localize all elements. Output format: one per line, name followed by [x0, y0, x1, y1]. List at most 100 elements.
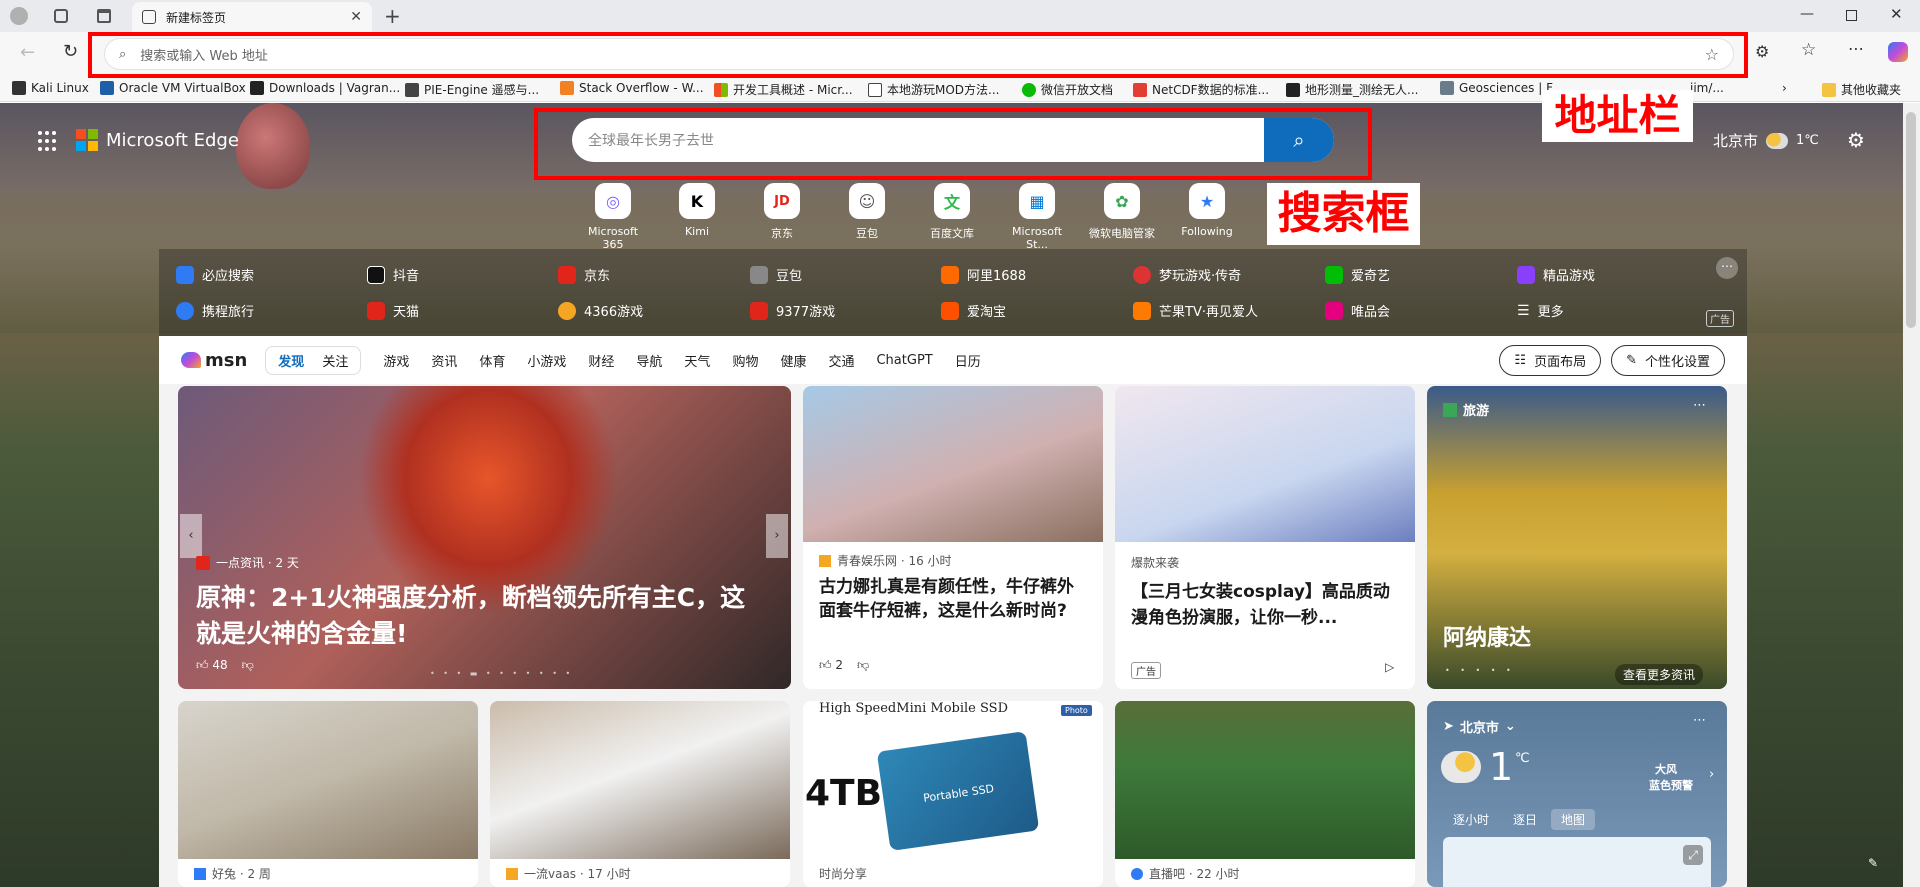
- ad-title[interactable]: 【三月七女装cosplay】高品质动漫角色扮演服，让你一秒...: [1115, 571, 1415, 639]
- workspaces-icon[interactable]: [54, 9, 68, 23]
- scrollbar-thumb[interactable]: [1906, 112, 1916, 328]
- app-tile-doubao[interactable]: ☺ 豆包: [832, 183, 902, 241]
- quicklink[interactable]: 芒果TV·再见爱人: [1133, 301, 1258, 320]
- nav-games[interactable]: 游戏: [383, 351, 409, 370]
- weather-widget[interactable]: 北京市 1℃: [1713, 130, 1819, 151]
- app-tile-microsoft-store[interactable]: ▦ Microsoft St...: [1002, 183, 1072, 251]
- bookmark-item[interactable]: 微信开放文档: [1022, 81, 1113, 98]
- nav-navigation[interactable]: 导航: [636, 351, 662, 370]
- travel-title[interactable]: 阿纳康达: [1443, 620, 1531, 652]
- news-card[interactable]: 直播吧 · 22 小时: [1115, 701, 1415, 887]
- wind-alert-label[interactable]: 大风: [1655, 761, 1677, 777]
- hero-title[interactable]: 原神：2+1火神强度分析，断档领先所有主C，这就是火神的含金量!: [196, 580, 756, 652]
- settings-gear-icon[interactable]: ⚙: [1847, 128, 1865, 152]
- bookmark-item[interactable]: jim/...: [1690, 81, 1724, 95]
- tab-new-tab[interactable]: 新建标签页 ✕: [132, 2, 372, 32]
- bookmark-item[interactable]: 地形测量_测绘无人...: [1286, 81, 1418, 98]
- quicklink[interactable]: 梦玩游戏·传奇: [1133, 265, 1241, 284]
- close-tab-icon[interactable]: ✕: [350, 9, 362, 25]
- tab-map[interactable]: 地图: [1551, 809, 1596, 830]
- weather-more-options-icon[interactable]: ⋯: [1693, 713, 1706, 728]
- back-icon[interactable]: ←: [20, 42, 35, 63]
- nav-traffic[interactable]: 交通: [828, 351, 854, 370]
- quicklink[interactable]: 爱奇艺: [1325, 265, 1390, 284]
- other-favorites[interactable]: 其他收藏夹: [1822, 81, 1901, 98]
- copilot-icon[interactable]: [1888, 42, 1908, 62]
- quicklink[interactable]: 携程旅行: [176, 301, 254, 320]
- nav-shopping[interactable]: 购物: [732, 351, 758, 370]
- new-tab-button[interactable]: +: [384, 4, 401, 28]
- travel-more-options-icon[interactable]: ⋯: [1693, 398, 1706, 413]
- bookmark-item[interactable]: Oracle VM VirtualBox: [100, 81, 246, 95]
- like-icon[interactable]: 👍︎ 2: [819, 658, 843, 673]
- next-arrow-icon[interactable]: ›: [766, 514, 788, 558]
- chevron-right-icon[interactable]: ›: [1709, 767, 1714, 782]
- travel-card[interactable]: 旅游 ⋯ 阿纳康达 • • • • • 查看更多资讯: [1427, 386, 1727, 689]
- quicklink-more[interactable]: ☰ 更多: [1517, 301, 1564, 321]
- quicklink[interactable]: 4366游戏: [558, 301, 643, 320]
- bookmark-item[interactable]: NetCDF数据的标准...: [1133, 81, 1269, 98]
- like-icon[interactable]: 👍︎ 48: [196, 658, 228, 673]
- quicklink[interactable]: 必应搜索: [176, 265, 254, 284]
- bookmark-item[interactable]: Downloads | Vagran...: [250, 81, 400, 95]
- feedback-icon[interactable]: ✎: [1868, 856, 1878, 870]
- nav-news[interactable]: 资讯: [431, 351, 457, 370]
- tab-hourly[interactable]: 逐小时: [1443, 809, 1499, 830]
- quicklink[interactable]: 爱淘宝: [941, 301, 1006, 320]
- dislike-icon[interactable]: 👎︎: [857, 658, 869, 673]
- expand-icon[interactable]: ⤢: [1683, 845, 1703, 865]
- weather-location[interactable]: ➤ 北京市 ⌄: [1443, 717, 1516, 736]
- view-more-news-button[interactable]: 查看更多资讯: [1615, 664, 1704, 685]
- restore-button[interactable]: [1846, 10, 1857, 21]
- close-window-button[interactable]: ✕: [1890, 5, 1903, 23]
- more-menu-icon[interactable]: ⋯: [1848, 39, 1864, 58]
- play-icon[interactable]: ▷: [1385, 660, 1394, 674]
- tab-discover[interactable]: 发现: [278, 351, 304, 370]
- prev-arrow-icon[interactable]: ‹: [180, 514, 202, 558]
- quicklink[interactable]: 抖音: [367, 265, 419, 284]
- quicklink[interactable]: 豆包: [750, 265, 802, 284]
- news-card[interactable]: 青春娱乐网 · 16 小时 古力娜扎真是有颜任性，牛仔裤外面套牛仔短裤，这是什么…: [803, 386, 1103, 689]
- apps-launcher-icon[interactable]: [38, 131, 58, 151]
- quicklink[interactable]: 京东: [558, 265, 610, 284]
- news-card[interactable]: 好兔 · 2 周: [178, 701, 478, 887]
- profile-icon[interactable]: [10, 7, 28, 25]
- nav-sports[interactable]: 体育: [479, 351, 505, 370]
- bookmark-item[interactable]: Geosciences | F: [1440, 81, 1553, 95]
- weather-map[interactable]: [1443, 837, 1711, 887]
- nav-finance[interactable]: 财经: [588, 351, 614, 370]
- news-card[interactable]: 一流vaas · 17 小时: [490, 701, 790, 887]
- refresh-icon[interactable]: ↻: [63, 41, 78, 62]
- tab-following[interactable]: 关注: [322, 351, 348, 370]
- nav-casual-games[interactable]: 小游戏: [527, 351, 566, 370]
- travel-dots[interactable]: • • • • •: [1445, 666, 1515, 675]
- personalize-button[interactable]: ✎ 个性化设置: [1611, 344, 1725, 376]
- minimize-button[interactable]: —: [1800, 6, 1814, 22]
- bookmark-item[interactable]: 开发工具概述 - Micr...: [714, 81, 853, 98]
- quicklink[interactable]: 阿里1688: [941, 265, 1026, 284]
- nav-weather[interactable]: 天气: [684, 351, 710, 370]
- bookmarks-overflow-icon[interactable]: ›: [1782, 81, 1787, 95]
- tab-daily[interactable]: 逐日: [1503, 809, 1547, 830]
- app-tile-microsoft365[interactable]: ◎ Microsoft 365: [578, 183, 648, 251]
- app-tile-following[interactable]: ★ Following: [1172, 183, 1242, 238]
- carousel-dots[interactable]: • • • ▬ • • • • • • •: [430, 669, 573, 678]
- nav-health[interactable]: 健康: [780, 351, 806, 370]
- nav-calendar[interactable]: 日历: [955, 351, 981, 370]
- app-tile-kimi[interactable]: K Kimi: [662, 183, 732, 238]
- ad-card[interactable]: 爆款来袭 【三月七女装cosplay】高品质动漫角色扮演服，让你一秒... 广告…: [1115, 386, 1415, 689]
- dislike-icon[interactable]: 👎︎: [242, 658, 254, 673]
- news-title[interactable]: 古力娜扎真是有颜任性，牛仔裤外面套牛仔短裤，这是什么新时尚?: [803, 569, 1103, 629]
- bookmark-item[interactable]: PIE-Engine 遥感与...: [405, 81, 539, 98]
- quicklink[interactable]: 天猫: [367, 301, 419, 320]
- bookmark-item[interactable]: Stack Overflow - W...: [560, 81, 704, 95]
- extensions-icon[interactable]: ⚙: [1755, 42, 1769, 61]
- app-tile-jd[interactable]: JD 京东: [747, 183, 817, 241]
- quicklink[interactable]: 唯品会: [1325, 301, 1390, 320]
- quicklink[interactable]: 精品游戏: [1517, 265, 1595, 284]
- app-tile-pc-manager[interactable]: ✿ 微软电脑管家: [1087, 183, 1157, 241]
- bookmark-item[interactable]: Kali Linux: [12, 81, 89, 95]
- favorites-icon[interactable]: ☆: [1801, 40, 1816, 60]
- ssd-ad-card[interactable]: High SpeedMini Mobile SSD Photo 4TB Port…: [803, 701, 1103, 887]
- weather-card[interactable]: ➤ 北京市 ⌄ ⋯ 1 ℃ 大风 蓝色预警 › 逐小时 逐日 地图 ⤢: [1427, 701, 1727, 887]
